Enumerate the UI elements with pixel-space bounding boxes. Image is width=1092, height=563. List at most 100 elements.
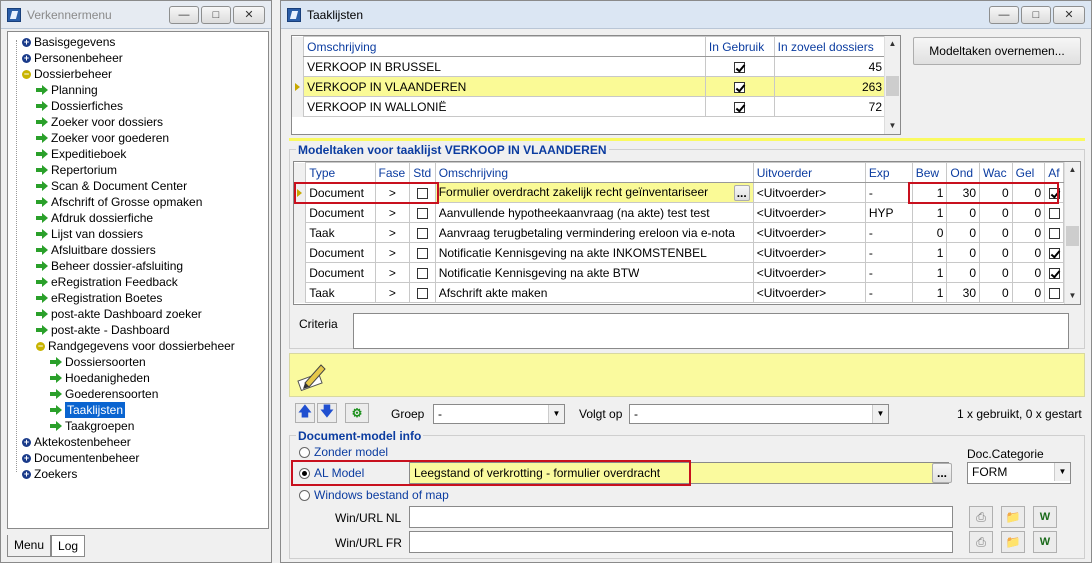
checkbox[interactable] [416,247,428,259]
cell-uitvoerder[interactable]: <Uitvoerder> [752,242,866,263]
cell-wac[interactable]: 0 [979,262,1013,283]
col-ond[interactable]: Ond [946,162,981,183]
tree-item[interactable]: Lijst van dossiers [36,226,143,242]
cell-type[interactable]: Taak [305,282,376,303]
cell-gel[interactable]: 0 [1011,262,1046,283]
expand-icon[interactable]: + [22,53,31,63]
cell-ond[interactable]: 0 [946,242,981,263]
tree-item[interactable]: Expeditieboek [36,146,126,162]
col-uitvoerder[interactable]: Uitvoerder [752,162,866,183]
table-row[interactable]: Taak > Afschrift akte maken <Uitvoerder> -1 3… [294,282,1064,303]
cell-gel[interactable]: 0 [1011,222,1046,243]
cell-in-gebruik[interactable] [704,76,775,97]
table-row[interactable]: Taak > Aanvraag terugbetaling vermindering… [294,222,1064,243]
cell-bew[interactable]: 0 [911,222,948,243]
word-fr-icon[interactable]: W [1033,531,1057,553]
cell-uitvoerder[interactable]: <Uitvoerder> [752,182,866,203]
cell-exp[interactable]: - [864,282,913,303]
cell-exp[interactable]: HYP [864,202,913,223]
cell-omschrijving[interactable]: VERKOOP IN BRUSSEL [303,56,706,77]
checkbox[interactable] [1048,267,1060,279]
win-url-nl-field[interactable] [409,506,953,528]
cell-ond[interactable]: 30 [946,282,981,303]
minimize-button[interactable]: — [169,5,199,24]
word-nl-icon[interactable]: W [1033,506,1057,528]
cell-af[interactable] [1044,202,1064,223]
tasks-scrollbar[interactable]: ▲ ▼ [1064,162,1080,304]
cell-fase[interactable]: > [374,242,411,263]
cell-ond[interactable]: 0 [946,222,981,243]
tree-item[interactable]: Dossierfiches [36,98,123,114]
cell-bew[interactable]: 1 [911,202,948,223]
move-down-icon[interactable]: 🡇 [317,403,337,423]
radio-windows-bestand[interactable]: Windows bestand of map [299,488,449,502]
tree-item[interactable]: Afsluitbare dossiers [36,242,156,258]
cell-wac[interactable]: 0 [979,202,1013,223]
cell-uitvoerder[interactable]: <Uitvoerder> [752,222,866,243]
cell-in-gebruik[interactable] [704,96,775,117]
radio-icon[interactable] [299,446,310,458]
tree-item[interactable]: eRegistration Boetes [36,290,162,306]
scroll-down-icon[interactable]: ▼ [885,118,900,134]
cell-std[interactable] [409,282,436,303]
expand-icon[interactable]: + [22,453,31,463]
win-url-fr-field[interactable] [409,531,953,553]
cell-omschrijving[interactable]: Notificatie Kennisgeving na akte INKOMST… [434,242,754,263]
checkbox[interactable] [734,61,746,73]
tree-item[interactable]: Afdruk dossierfiche [36,210,153,226]
col-bew[interactable]: Bew [911,162,948,183]
tree-item[interactable]: Scan & Document Center [36,178,187,194]
tree-item[interactable]: Beheer dossier-afsluiting [36,258,183,274]
cell-ond[interactable]: 0 [946,202,981,223]
cell-std[interactable] [409,202,436,223]
cell-type[interactable]: Document [305,202,376,223]
cell-gel[interactable]: 0 [1011,282,1046,303]
cell-af[interactable] [1044,282,1064,303]
tree-item[interactable]: + Aktekostenbeheer [22,434,131,450]
cell-fase[interactable]: > [374,202,411,223]
cell-omschrijving[interactable]: VERKOOP IN VLAANDEREN [303,76,706,97]
volgt-op-select[interactable]: - ▼ [629,404,889,424]
al-model-browse-button[interactable]: ... [932,463,952,483]
tree-item[interactable]: + Basisgegevens [22,34,115,50]
col-omschrijving[interactable]: Omschrijving [303,36,706,57]
cell-wac[interactable]: 0 [979,282,1013,303]
expand-icon[interactable]: + [22,437,31,447]
expand-icon[interactable]: + [22,469,31,479]
omschrijving-browse-button[interactable]: ... [733,184,750,201]
col-wac[interactable]: Wac [979,162,1013,183]
cell-gel[interactable]: 0 [1011,242,1046,263]
cell-type[interactable]: Taak [305,222,376,243]
cell-omschrijving[interactable]: Aanvraag terugbetaling vermindering erel… [434,222,754,243]
cell-fase[interactable]: > [374,282,411,303]
cell-wac[interactable]: 0 [979,222,1013,243]
col-type[interactable]: Type [305,162,376,183]
tree-item[interactable]: Afschrift of Grosse opmaken [36,194,202,210]
checkbox[interactable] [1048,207,1060,219]
checkbox[interactable] [1048,227,1060,239]
scan-nl-icon[interactable]: ⎙ [969,506,993,528]
cell-std[interactable] [409,222,436,243]
checkbox[interactable] [416,207,428,219]
tree-item[interactable]: Zoeker voor dossiers [36,114,163,130]
cell-std[interactable] [409,262,436,283]
col-exp[interactable]: Exp [864,162,913,183]
cell-wac[interactable]: 0 [979,242,1013,263]
cell-fase[interactable]: > [374,222,411,243]
checkbox[interactable] [1048,247,1060,259]
maximize-button[interactable]: □ [201,5,231,24]
edit-pen-icon[interactable] [295,359,329,393]
tree-item[interactable]: post-akte - Dashboard [36,322,170,338]
cell-af[interactable] [1044,242,1064,263]
chevron-down-icon[interactable]: ▼ [1054,463,1070,481]
cell-uitvoerder[interactable]: <Uitvoerder> [752,282,866,303]
checkbox[interactable] [734,101,746,113]
table-row[interactable]: Document > Notificatie Kennisgeving na akt… [294,262,1064,283]
cell-exp[interactable]: - [864,222,913,243]
criteria-field[interactable] [353,313,1069,349]
tree-item[interactable]: − Dossierbeheer [22,66,112,82]
tree-item[interactable]: Taaklijsten [50,402,126,418]
cell-type[interactable]: Document [305,242,376,263]
cell-af[interactable] [1044,262,1064,283]
checkbox[interactable] [734,81,746,93]
